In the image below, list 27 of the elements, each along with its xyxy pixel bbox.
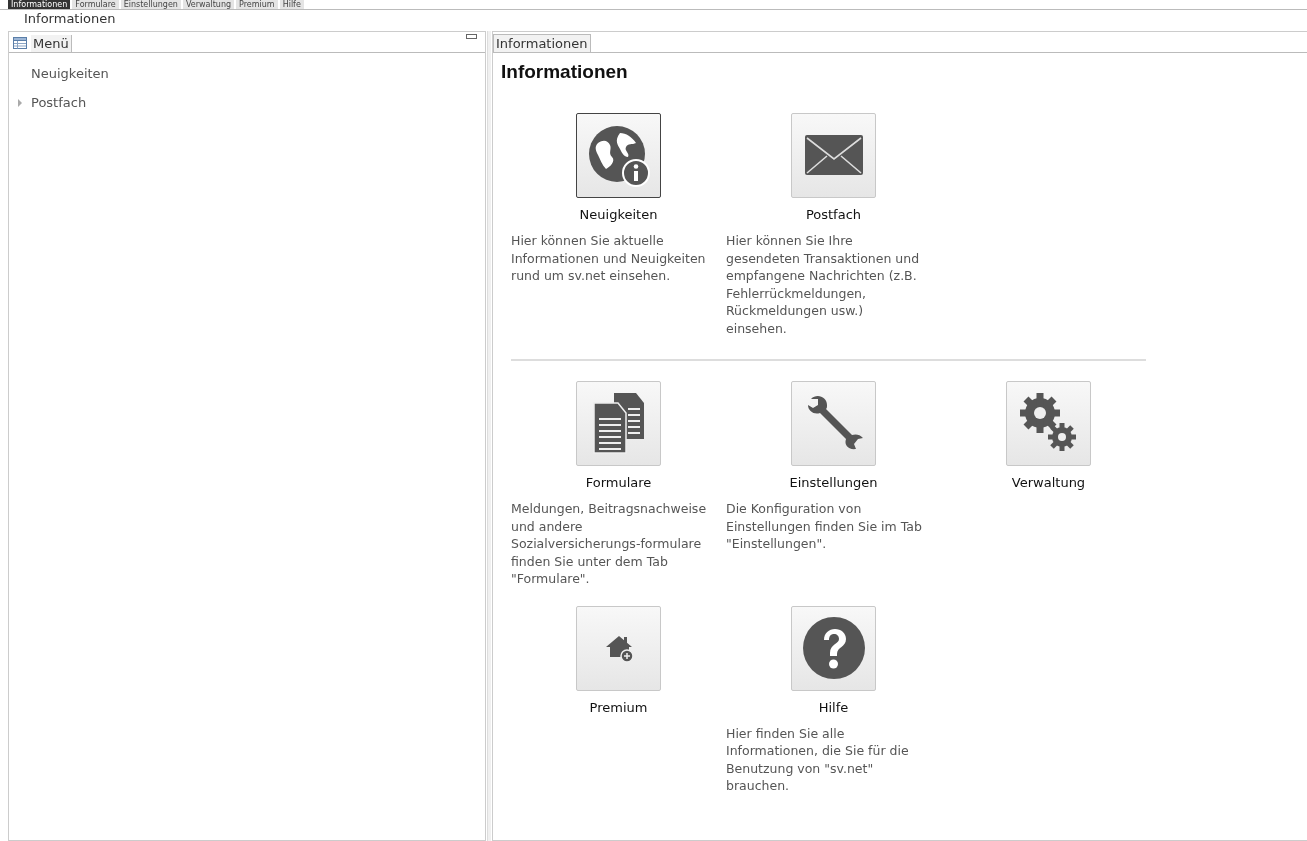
tile-label[interactable]: Premium [589,699,648,715]
tile-label[interactable]: Formulare [585,475,652,490]
tree-item[interactable]: Neuigkeiten [31,66,109,81]
nav-tab[interactable]: Premium [236,0,278,9]
tile-label[interactable]: Verwaltung [1011,475,1086,490]
tile-description: Die Konfiguration von Einstellungen finden Sie im Tab "Einstellungen". [726,500,923,553]
tile-description: Hier können Sie Ihre gesendeten Transaktionen und empfangene Nachrichten (z.B. Fehlerrückmeldungen, Rückmeldungen usw.) einsehen. [726,232,921,337]
tile-label[interactable]: Hilfe [818,699,849,715]
content-tab[interactable]: Informationen [493,34,591,52]
tile-description: Hier finden Sie alle Informationen, die Sie für die Benutzung von "sv.net" brauchen. [726,724,910,795]
tile-label[interactable]: Neuigkeiten [579,207,658,222]
nav-tab[interactable]: Verwaltung [182,0,235,9]
nav-tab[interactable]: Formulare [72,0,119,9]
breadcrumb: Informationen [24,11,116,26]
tile-label[interactable]: Einstellungen [789,475,878,490]
tree-item[interactable]: Postfach [31,95,87,110]
tile-button[interactable] [576,113,661,198]
page-title: Informationen [501,61,629,83]
nav-tab[interactable]: Hilfe [279,0,304,9]
panel-tab[interactable]: Menü [31,35,72,52]
tile-description: Hier können Sie aktuelle Informationen und Neuigkeiten rund um sv.net einsehen. [511,232,707,285]
minimize-button[interactable] [466,34,477,40]
table-icon [13,37,27,49]
tile-label[interactable]: Postfach [805,207,862,222]
nav-tab[interactable]: Einstellungen [120,0,181,9]
tile-description: Meldungen, Beitragsnachweise und andere Sozialversicherungs-formulare finden Sie unter dem Tab "Formulare". [511,500,708,588]
nav-tab[interactable]: Informationen [8,0,71,9]
